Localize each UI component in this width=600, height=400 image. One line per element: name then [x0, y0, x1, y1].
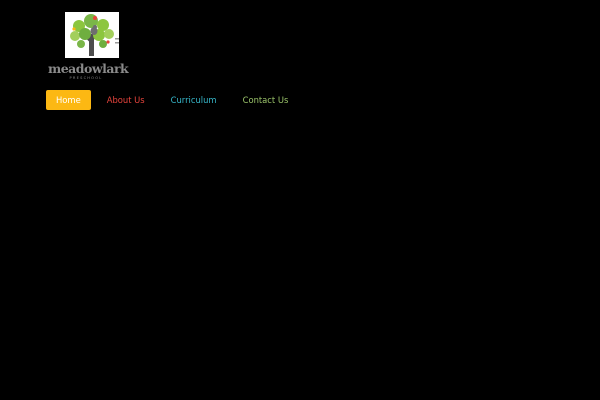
logo-tagline: PRESCHOOL — [69, 76, 103, 80]
main-nav: Home About Us Curriculum Contact Us — [46, 90, 298, 110]
nav-item-contact-us[interactable]: Contact Us — [233, 90, 299, 110]
site-logo[interactable]: meadowlark PRESCHOOL — [46, 12, 129, 82]
nav-item-home[interactable]: Home — [46, 90, 91, 110]
tree-with-bird-icon — [65, 12, 119, 58]
logo-wordmark: meadowlark — [48, 61, 129, 76]
nav-item-about-us[interactable]: About Us — [97, 90, 155, 110]
nav-item-curriculum[interactable]: Curriculum — [161, 90, 227, 110]
